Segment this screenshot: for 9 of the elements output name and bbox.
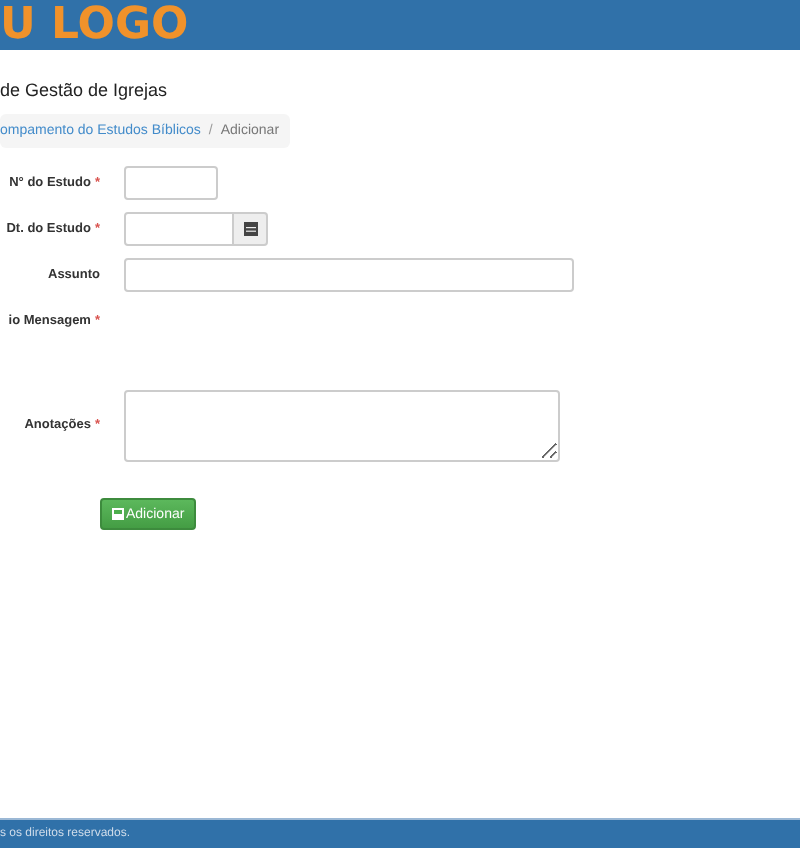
calendar-button[interactable] bbox=[234, 212, 268, 246]
page-title: de Gestão de Igrejas bbox=[0, 78, 170, 102]
text-area[interactable] bbox=[124, 390, 560, 462]
save-icon bbox=[112, 508, 124, 520]
input-field[interactable] bbox=[124, 166, 218, 200]
calendar-icon bbox=[243, 222, 257, 236]
input-field[interactable] bbox=[124, 258, 574, 292]
logo: U LOGO bbox=[0, 0, 189, 50]
date-field[interactable] bbox=[124, 212, 234, 246]
